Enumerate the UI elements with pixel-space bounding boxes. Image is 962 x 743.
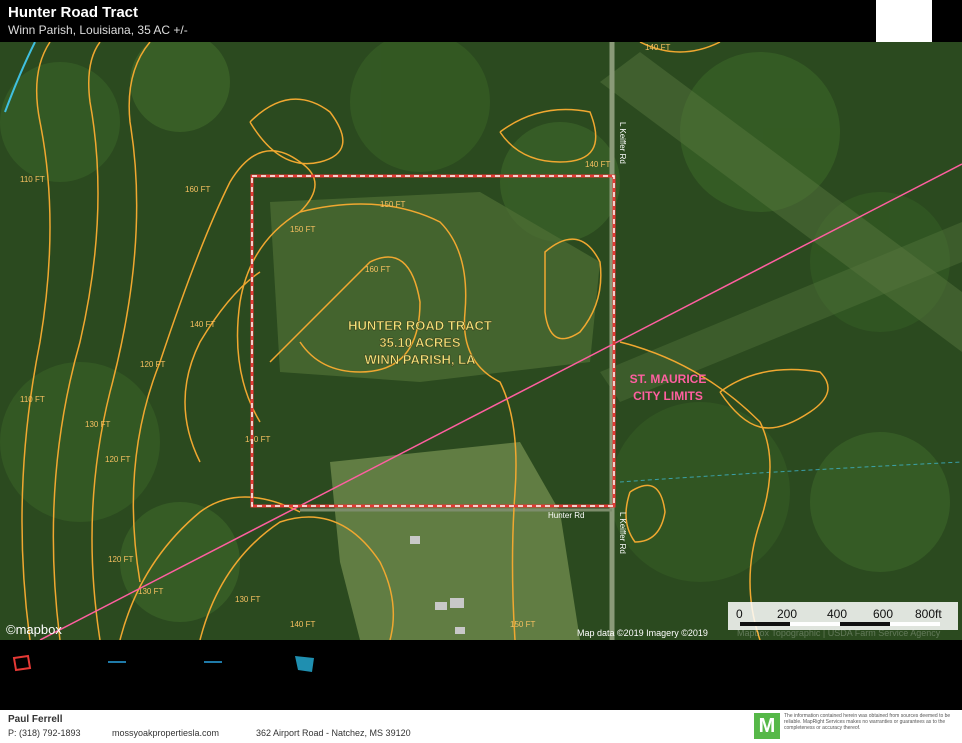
disclaimer: The information contained herein was obt… [784,713,951,731]
map-title: Hunter Road Tract [8,4,139,21]
mapbox-watermark: ©mapbox [6,622,62,637]
tract-label-line: 35.10 ACRES [379,335,460,350]
contour-label: 140 FT [245,435,270,444]
brand-logo-box [876,0,932,42]
scale-label: 200 [777,607,797,621]
legend-swatches [12,654,314,672]
contour-label: 120 FT [105,455,130,464]
contour-label: 120 FT [140,360,165,369]
contour-label: 110 FT [20,395,45,404]
tract-label-line: WINN PARISH, LA [365,352,477,367]
contour-label: 140 FT [190,320,215,329]
agent-website[interactable]: mossyoakpropertiesla.com [112,728,219,738]
contour-label: 130 FT [235,595,260,604]
road-label: L Keiffer Rd [618,122,627,164]
contour-label: 140 FT [585,160,610,169]
map-subtitle: Winn Parish, Louisiana, 35 AC +/- [8,23,188,37]
map-canvas[interactable]: 160 FT 150 FT 150 FT 160 FT 140 FT 120 F… [0,42,962,640]
road-label: Hunter Rd [548,511,584,520]
contour-label: 150 FT [510,620,535,629]
city-label-line: ST. MAURICE [630,372,707,386]
boundary-swatch [12,654,32,672]
contour-label: 110 FT [20,175,45,184]
tract-label-line: HUNTER ROAD TRACT [348,318,492,333]
contour-label: 130 FT [85,420,110,429]
agent-phone[interactable]: P: (318) 792-1893 [8,728,81,738]
scale-bar: 0 200 400 600 800ft [728,602,958,630]
city-label-line: CITY LIMITS [633,389,703,403]
satellite-map[interactable]: 160 FT 150 FT 150 FT 160 FT 140 FT 120 F… [0,42,962,640]
agent-name: Paul Ferrell [8,714,63,725]
mapright-logo: M [754,713,780,739]
contour-label: 140 FT [290,620,315,629]
road-label: L Keiffer Rd [618,512,627,554]
contour-label: 130 FT [138,587,163,596]
agent-address: 362 Airport Road - Natchez, MS 39120 [256,728,411,738]
scale-label: 600 [873,607,893,621]
footer: Paul Ferrell P: (318) 792-1893 mossyoakp… [0,710,962,743]
contour-label: 150 FT [380,200,405,209]
contour-label: 160 FT [365,265,390,274]
contour-label: 150 FT [290,225,315,234]
contour-label: 160 FT [185,185,210,194]
scale-label: 400 [827,607,847,621]
contour-label: 120 FT [108,555,133,564]
scale-label: 0 [736,607,743,621]
map-attribution: Map data ©2019 Imagery ©2019 [577,628,708,638]
map-header: Hunter Road Tract Winn Parish, Louisiana… [0,0,962,42]
contour-label: 140 FT [645,43,670,52]
legend-bar [0,640,962,710]
scale-label: 800ft [915,607,942,621]
water-swatch [295,656,314,672]
